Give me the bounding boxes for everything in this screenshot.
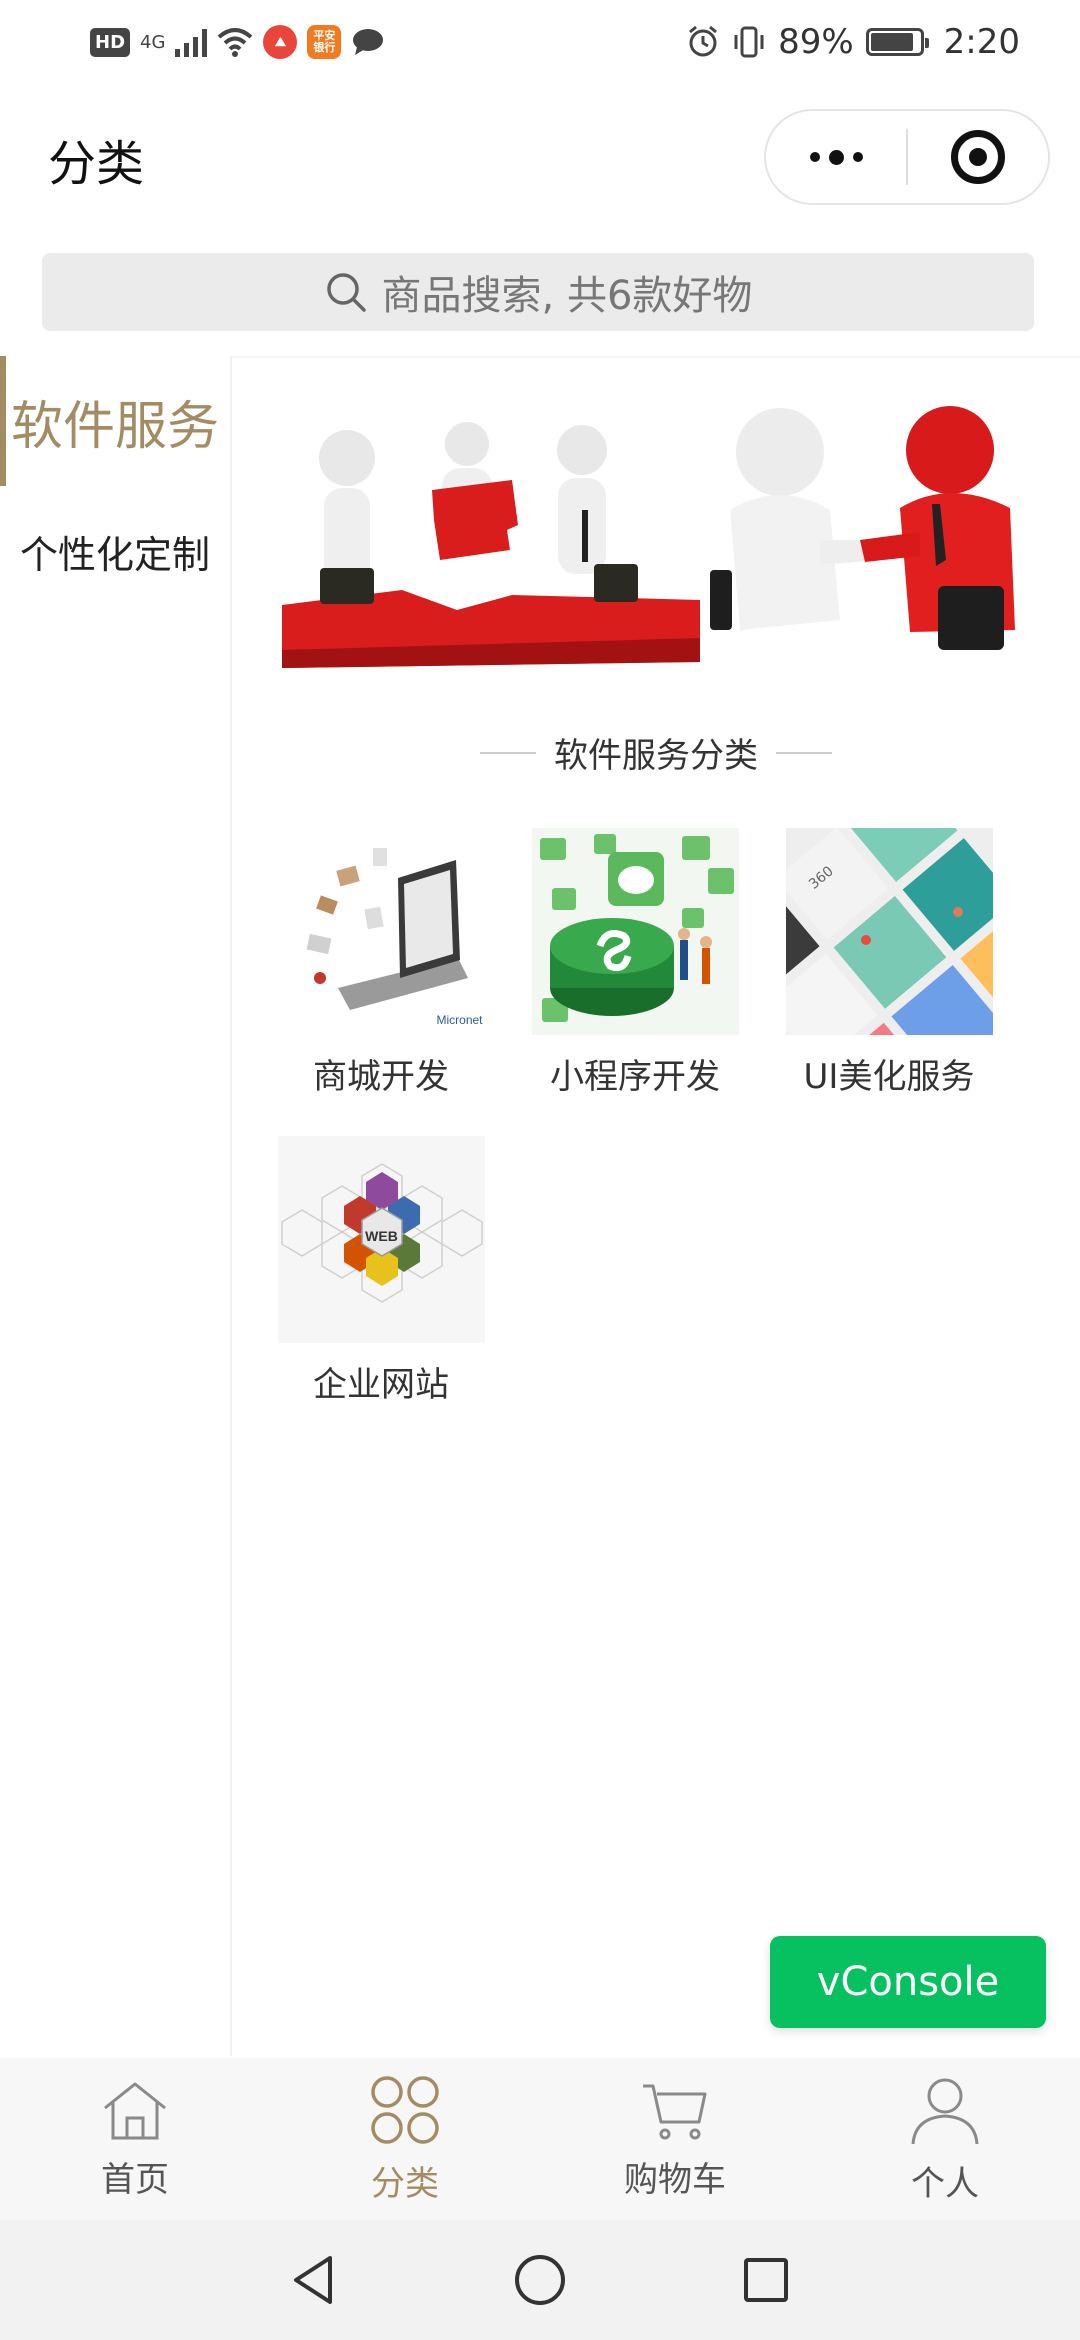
signal-icon [175, 27, 208, 57]
more-button[interactable] [766, 111, 906, 203]
sidebar-item-label: 软件服务 [10, 396, 219, 457]
category-image-mall-dev: Micronet [277, 828, 485, 1035]
search-icon [326, 273, 366, 312]
section-title-right-line [776, 751, 832, 754]
more-icon [809, 149, 863, 165]
tab-profile[interactable]: 个人 [810, 2058, 1080, 2220]
banner-image-puzzle [282, 400, 700, 668]
clock: 2:20 [943, 22, 1020, 62]
vibrate-icon [734, 26, 764, 58]
tab-bar: 首页 分类 购物车 个人 [0, 2058, 1080, 2220]
category-item-label: 企业网站 [313, 1365, 449, 1405]
section-title-left-line [480, 751, 536, 754]
person-icon [911, 2078, 979, 2144]
section-title-text: 软件服务分类 [554, 736, 758, 776]
home-circle-icon[interactable] [512, 2252, 568, 2308]
category-image-enterprise-site: WEB [277, 1136, 485, 1343]
category-item-miniprogram-dev[interactable]: 小程序开发 [530, 828, 740, 1098]
app-notification-icon: ⛰ [263, 25, 298, 59]
category-sidebar: 软件服务 个性化定制 [0, 356, 232, 2056]
search-placeholder: 商品搜索, 共6款好物 [381, 273, 753, 319]
system-navigation-bar [0, 2220, 1080, 2340]
wifi-icon [218, 28, 253, 57]
title-bar: 分类 [0, 84, 1080, 234]
image-caption: Micronet [436, 1013, 483, 1027]
pingan-badge: 平安银行 [307, 25, 342, 59]
image-web-label: WEB [365, 1228, 398, 1244]
banner-image-handshake [710, 400, 1027, 668]
home-icon [104, 2082, 166, 2139]
tab-category[interactable]: 分类 [270, 2058, 540, 2220]
back-icon[interactable] [286, 2252, 342, 2308]
sidebar-item-software-service[interactable]: 软件服务 [0, 356, 230, 486]
category-banner[interactable] [282, 400, 1027, 668]
alarm-icon [689, 25, 718, 57]
tab-label: 购物车 [624, 2159, 726, 2200]
battery-percent: 89% [778, 22, 854, 62]
category-image-ui-service: 360 [785, 828, 993, 1035]
category-item-mall-dev[interactable]: Micronet 商城开发 [276, 828, 486, 1098]
category-image-miniprogram-dev [531, 828, 739, 1035]
cart-icon [643, 2084, 707, 2139]
status-bar: HD 4G ⛰ 平安银行 89% 2:20 [0, 0, 1080, 84]
vconsole-button[interactable]: vConsole [770, 1936, 1046, 2028]
miniprogram-capsule [764, 109, 1050, 205]
tab-label: 个人 [911, 2163, 979, 2204]
close-miniprogram-button[interactable] [908, 111, 1048, 203]
tab-label: 分类 [371, 2163, 439, 2204]
content-divider [232, 356, 1080, 358]
hd-badge: HD [90, 27, 131, 57]
recent-apps-icon[interactable] [738, 2252, 794, 2308]
category-item-label: UI美化服务 [803, 1057, 975, 1097]
section-title: 软件服务分类 [232, 728, 1080, 777]
category-item-label: 商城开发 [313, 1057, 449, 1097]
sidebar-item-label: 个性化定制 [19, 532, 210, 577]
category-icon [371, 2075, 439, 2144]
page-title: 分类 [48, 136, 145, 192]
battery-icon [865, 28, 929, 56]
tab-home[interactable]: 首页 [0, 2058, 270, 2220]
network-label: 4G [140, 31, 166, 53]
category-item-label: 小程序开发 [550, 1057, 720, 1097]
tab-cart[interactable]: 购物车 [540, 2058, 810, 2220]
status-left: HD 4G ⛰ 平安银行 [90, 25, 385, 59]
status-right: 89% 2:20 [686, 22, 1020, 62]
target-icon [951, 130, 1005, 184]
sidebar-item-customization[interactable]: 个性化定制 [0, 486, 230, 616]
tab-label: 首页 [101, 2159, 169, 2200]
message-icon [353, 29, 384, 55]
search-bar[interactable]: 商品搜索, 共6款好物 [42, 253, 1034, 331]
category-item-ui-service[interactable]: 360 UI美化服务 [784, 828, 994, 1098]
category-item-enterprise-site[interactable]: WEB 企业网站 [276, 1136, 486, 1406]
